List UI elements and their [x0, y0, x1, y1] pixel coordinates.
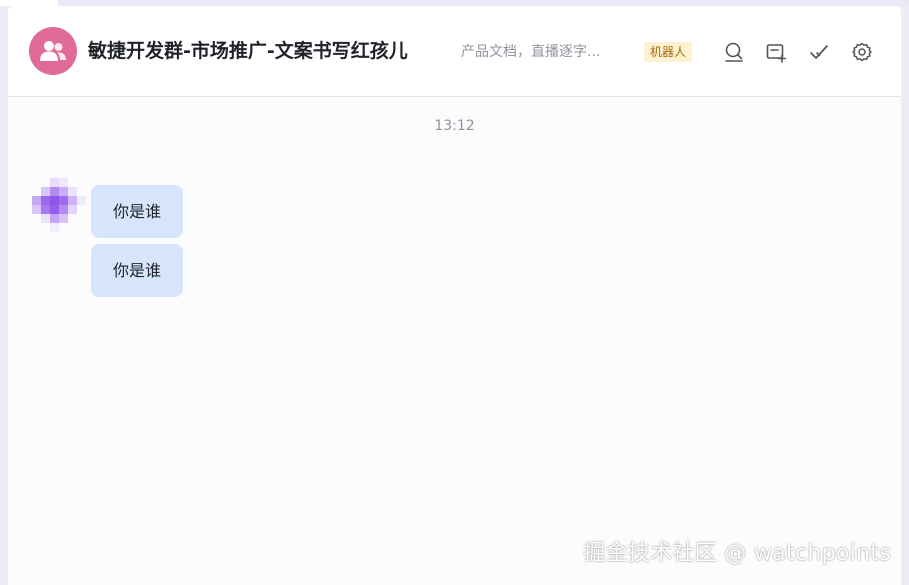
watermark: 掘金技术社区 @ watchpoints [583, 541, 891, 566]
message-timestamp: 13:12 [434, 118, 475, 134]
group-description[interactable]: 产品文档，直播逐字... [461, 42, 600, 62]
group-avatar[interactable] [29, 27, 77, 75]
group-title[interactable]: 敏捷开发群-市场推广-文案书写红孩儿 [88, 38, 408, 64]
search-icon[interactable] [723, 41, 745, 63]
message-bubble[interactable]: 你是谁 [91, 185, 183, 238]
chat-header: 敏捷开发群-市场推广-文案书写红孩儿 产品文档，直播逐字... 机器人 [8, 6, 901, 97]
group-people-icon [40, 41, 66, 61]
settings-icon[interactable] [851, 41, 873, 63]
bot-badge: 机器人 [644, 42, 693, 62]
message-bubble[interactable]: 你是谁 [91, 244, 183, 297]
add-tab-icon[interactable] [765, 41, 787, 63]
sender-avatar[interactable] [32, 178, 86, 232]
check-icon[interactable] [808, 41, 830, 63]
chat-window: 敏捷开发群-市场推广-文案书写红孩儿 产品文档，直播逐字... 机器人 13:1… [8, 6, 901, 585]
